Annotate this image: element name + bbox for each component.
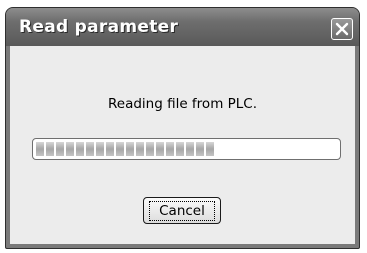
progress-segment (116, 142, 124, 156)
progress-bar (32, 138, 341, 160)
progress-segment (96, 142, 104, 156)
cancel-button[interactable]: Cancel (143, 197, 221, 224)
progress-segment (106, 142, 114, 156)
progress-segment (146, 142, 154, 156)
progress-segment (206, 142, 214, 156)
progress-segment (46, 142, 54, 156)
progress-segment (76, 142, 84, 156)
read-parameter-dialog: Read parameter Reading file from PLC. Ca… (5, 7, 360, 249)
progress-segment (56, 142, 64, 156)
progress-segment (186, 142, 194, 156)
progress-segment (176, 142, 184, 156)
progress-segment (126, 142, 134, 156)
close-icon (335, 22, 349, 36)
progress-segment (136, 142, 144, 156)
dialog-body: Reading file from PLC. Cancel (10, 46, 355, 244)
cancel-button-label: Cancel (149, 200, 215, 221)
progress-segment (196, 142, 204, 156)
progress-segment (66, 142, 74, 156)
progress-segment (156, 142, 164, 156)
dialog-title: Read parameter (19, 17, 179, 37)
status-message: Reading file from PLC. (107, 96, 258, 112)
progress-segment (86, 142, 94, 156)
progress-segment (166, 142, 174, 156)
progress-segment (36, 142, 44, 156)
progress-fill (36, 142, 337, 156)
close-button[interactable] (331, 18, 353, 40)
title-bar[interactable]: Read parameter (6, 8, 359, 46)
